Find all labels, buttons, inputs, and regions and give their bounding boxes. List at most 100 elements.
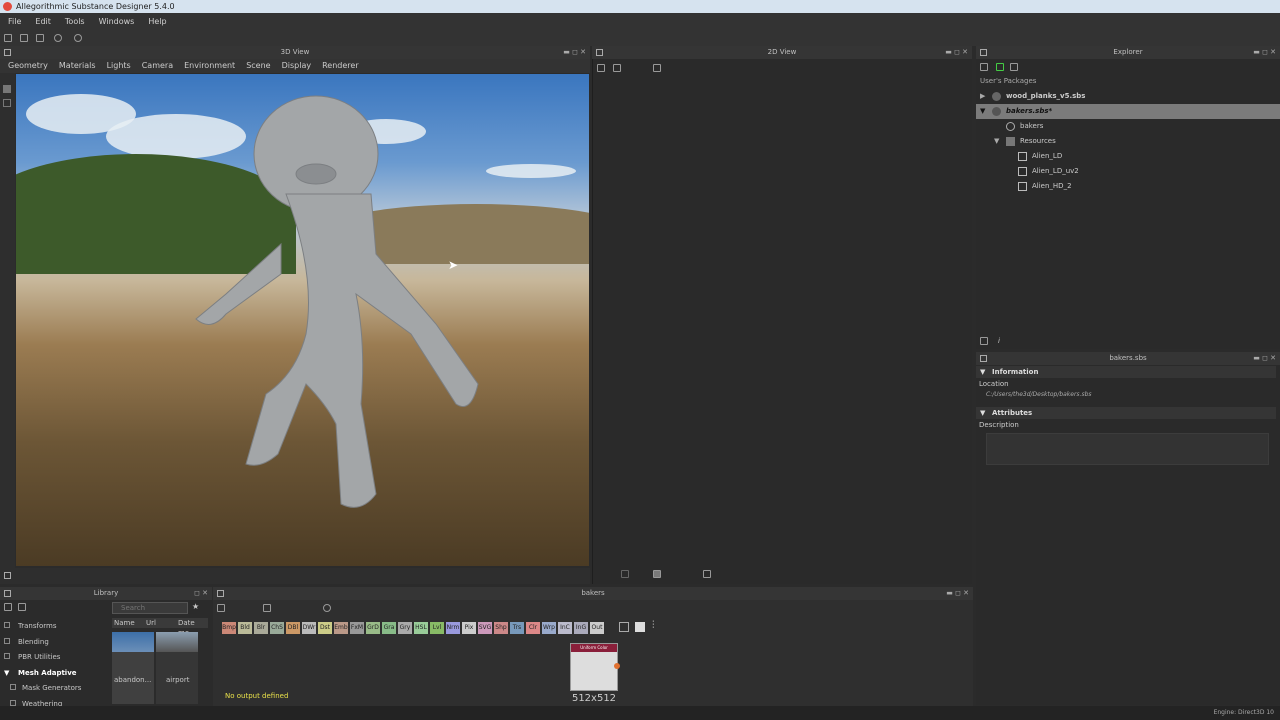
tree-item-wood-planks[interactable]: ▶ wood_planks_v5.sbs: [976, 89, 1280, 104]
information-section[interactable]: ▼ Information: [976, 366, 1276, 378]
column-name[interactable]: Name: [114, 618, 135, 628]
node-chip[interactable]: Gry: [398, 622, 412, 634]
channel-rgb-icon[interactable]: [653, 570, 661, 578]
menu-geometry[interactable]: Geometry: [8, 59, 48, 73]
view-2d[interactable]: [592, 59, 972, 584]
histogram-icon[interactable]: [703, 570, 711, 578]
node-chip[interactable]: Blr: [254, 622, 268, 634]
menu-scene[interactable]: Scene: [246, 59, 270, 73]
node-chip[interactable]: Nrm: [446, 622, 460, 634]
tree-item-alien-ld-uv2[interactable]: Alien_LD_uv2: [976, 164, 1280, 179]
library-thumb-airport[interactable]: airport: [156, 632, 198, 704]
node-chip[interactable]: GrD: [366, 622, 380, 634]
viewport-settings-icon[interactable]: [4, 572, 11, 579]
menu-file[interactable]: File: [8, 13, 21, 31]
category-mask-generators[interactable]: Mask Generators: [4, 681, 81, 697]
panel-controls[interactable]: ▬ ◻ ✕: [563, 46, 586, 59]
tree-item-alien-hd-2[interactable]: Alien_HD_2: [976, 179, 1280, 194]
description-field[interactable]: [986, 433, 1269, 465]
category-transforms[interactable]: Transforms: [4, 619, 81, 635]
collapse-arrow-icon[interactable]: ▼: [980, 104, 985, 119]
node-chip[interactable]: Out: [590, 622, 604, 634]
menu-materials[interactable]: Materials: [59, 59, 96, 73]
collapse-arrow-icon[interactable]: ▼: [980, 366, 985, 378]
node-chip[interactable]: Wrp: [542, 622, 556, 634]
tree-item-bakers-sbs[interactable]: ▼ bakers.sbs*: [976, 104, 1280, 119]
view2d-tool-icon[interactable]: [613, 64, 621, 72]
explorer-options-icon[interactable]: [980, 337, 988, 345]
view2d-tool-icon[interactable]: [653, 64, 661, 72]
add-resource-icon[interactable]: [1010, 63, 1018, 71]
panel-menu-icon[interactable]: [217, 590, 224, 597]
collapse-arrow-icon[interactable]: ▼: [994, 134, 999, 149]
menu-lights[interactable]: Lights: [107, 59, 131, 73]
view2d-tool-icon[interactable]: [597, 64, 605, 72]
new-icon[interactable]: [4, 34, 12, 42]
node-uniform-color[interactable]: Uniform Color: [570, 643, 620, 691]
library-search-input[interactable]: [112, 602, 188, 614]
viewport-3d[interactable]: ➤: [16, 74, 589, 566]
info-icon[interactable]: i: [998, 337, 1000, 345]
node-chip[interactable]: Bld: [238, 622, 252, 634]
tree-item-alien-ld[interactable]: Alien_LD: [976, 149, 1280, 164]
menu-help[interactable]: Help: [148, 13, 166, 31]
node-chip[interactable]: Dst: [318, 622, 332, 634]
category-pbr-utilities[interactable]: PBR Utilities: [4, 650, 81, 666]
node-chip[interactable]: Emb: [334, 622, 348, 634]
expand-arrow-icon[interactable]: ▶: [980, 89, 985, 104]
panel-menu-icon[interactable]: [980, 355, 987, 362]
attributes-section[interactable]: ▼ Attributes: [976, 407, 1276, 419]
run-icon[interactable]: [996, 63, 1004, 71]
node-chip[interactable]: FxM: [350, 622, 364, 634]
node-chip[interactable]: HSL: [414, 622, 428, 634]
frame-icon[interactable]: [635, 622, 645, 632]
node-chip[interactable]: Gra: [382, 622, 396, 634]
panel-controls[interactable]: ▬ ◻ ✕: [945, 46, 968, 59]
node-chip[interactable]: Lvl: [430, 622, 444, 634]
open-icon[interactable]: [20, 34, 28, 42]
category-blending[interactable]: Blending: [4, 635, 81, 651]
expand-arrow-icon[interactable]: ▼: [4, 666, 10, 682]
library-filter-icon[interactable]: [4, 603, 12, 611]
comment-icon[interactable]: [619, 622, 629, 632]
menu-environment[interactable]: Environment: [184, 59, 235, 73]
undo-icon[interactable]: [54, 34, 62, 42]
tree-item-bakers-graph[interactable]: bakers: [976, 119, 1280, 134]
node-chip[interactable]: Shp: [494, 622, 508, 634]
column-url[interactable]: Url: [146, 618, 156, 628]
panel-controls[interactable]: ◻ ✕: [194, 587, 208, 600]
menu-tools[interactable]: Tools: [65, 13, 85, 31]
panel-controls[interactable]: ▬ ◻ ✕: [1253, 46, 1276, 59]
menu-camera[interactable]: Camera: [142, 59, 173, 73]
favorite-icon[interactable]: ★: [192, 602, 199, 611]
node-chip[interactable]: InC: [558, 622, 572, 634]
graph-tool-icon[interactable]: [217, 604, 225, 612]
node-chip[interactable]: SVG: [478, 622, 492, 634]
menu-display[interactable]: Display: [282, 59, 312, 73]
menu-renderer[interactable]: Renderer: [322, 59, 359, 73]
panel-menu-icon[interactable]: [596, 49, 603, 56]
library-add-icon[interactable]: [18, 603, 26, 611]
node-output-port[interactable]: [614, 663, 620, 669]
graph-editor[interactable]: No output defined Uniform Color 512x512: [213, 600, 973, 706]
tree-item-resources[interactable]: ▼ Resources: [976, 134, 1280, 149]
menu-windows[interactable]: Windows: [99, 13, 135, 31]
menu-edit[interactable]: Edit: [35, 13, 51, 31]
node-chip[interactable]: Clr: [526, 622, 540, 634]
node-chip[interactable]: InG: [574, 622, 588, 634]
panel-menu-icon[interactable]: [4, 590, 11, 597]
channel-icon[interactable]: [621, 570, 629, 578]
save-icon[interactable]: [36, 34, 44, 42]
node-chip[interactable]: DBl: [286, 622, 300, 634]
collapse-arrow-icon[interactable]: ▼: [980, 407, 985, 419]
node-chip[interactable]: Pix: [462, 622, 476, 634]
select-tool-icon[interactable]: [3, 85, 11, 93]
library-thumb-abandoned[interactable]: abandon...: [112, 632, 154, 704]
light-tool-icon[interactable]: [3, 99, 11, 107]
zoom-icon[interactable]: [263, 604, 271, 612]
panel-menu-icon[interactable]: [980, 49, 987, 56]
panel-controls[interactable]: ▬ ◻ ✕: [946, 587, 969, 600]
new-package-icon[interactable]: [980, 63, 988, 71]
panel-menu-icon[interactable]: [4, 49, 11, 56]
panel-controls[interactable]: ▬ ◻ ✕: [1253, 352, 1276, 365]
